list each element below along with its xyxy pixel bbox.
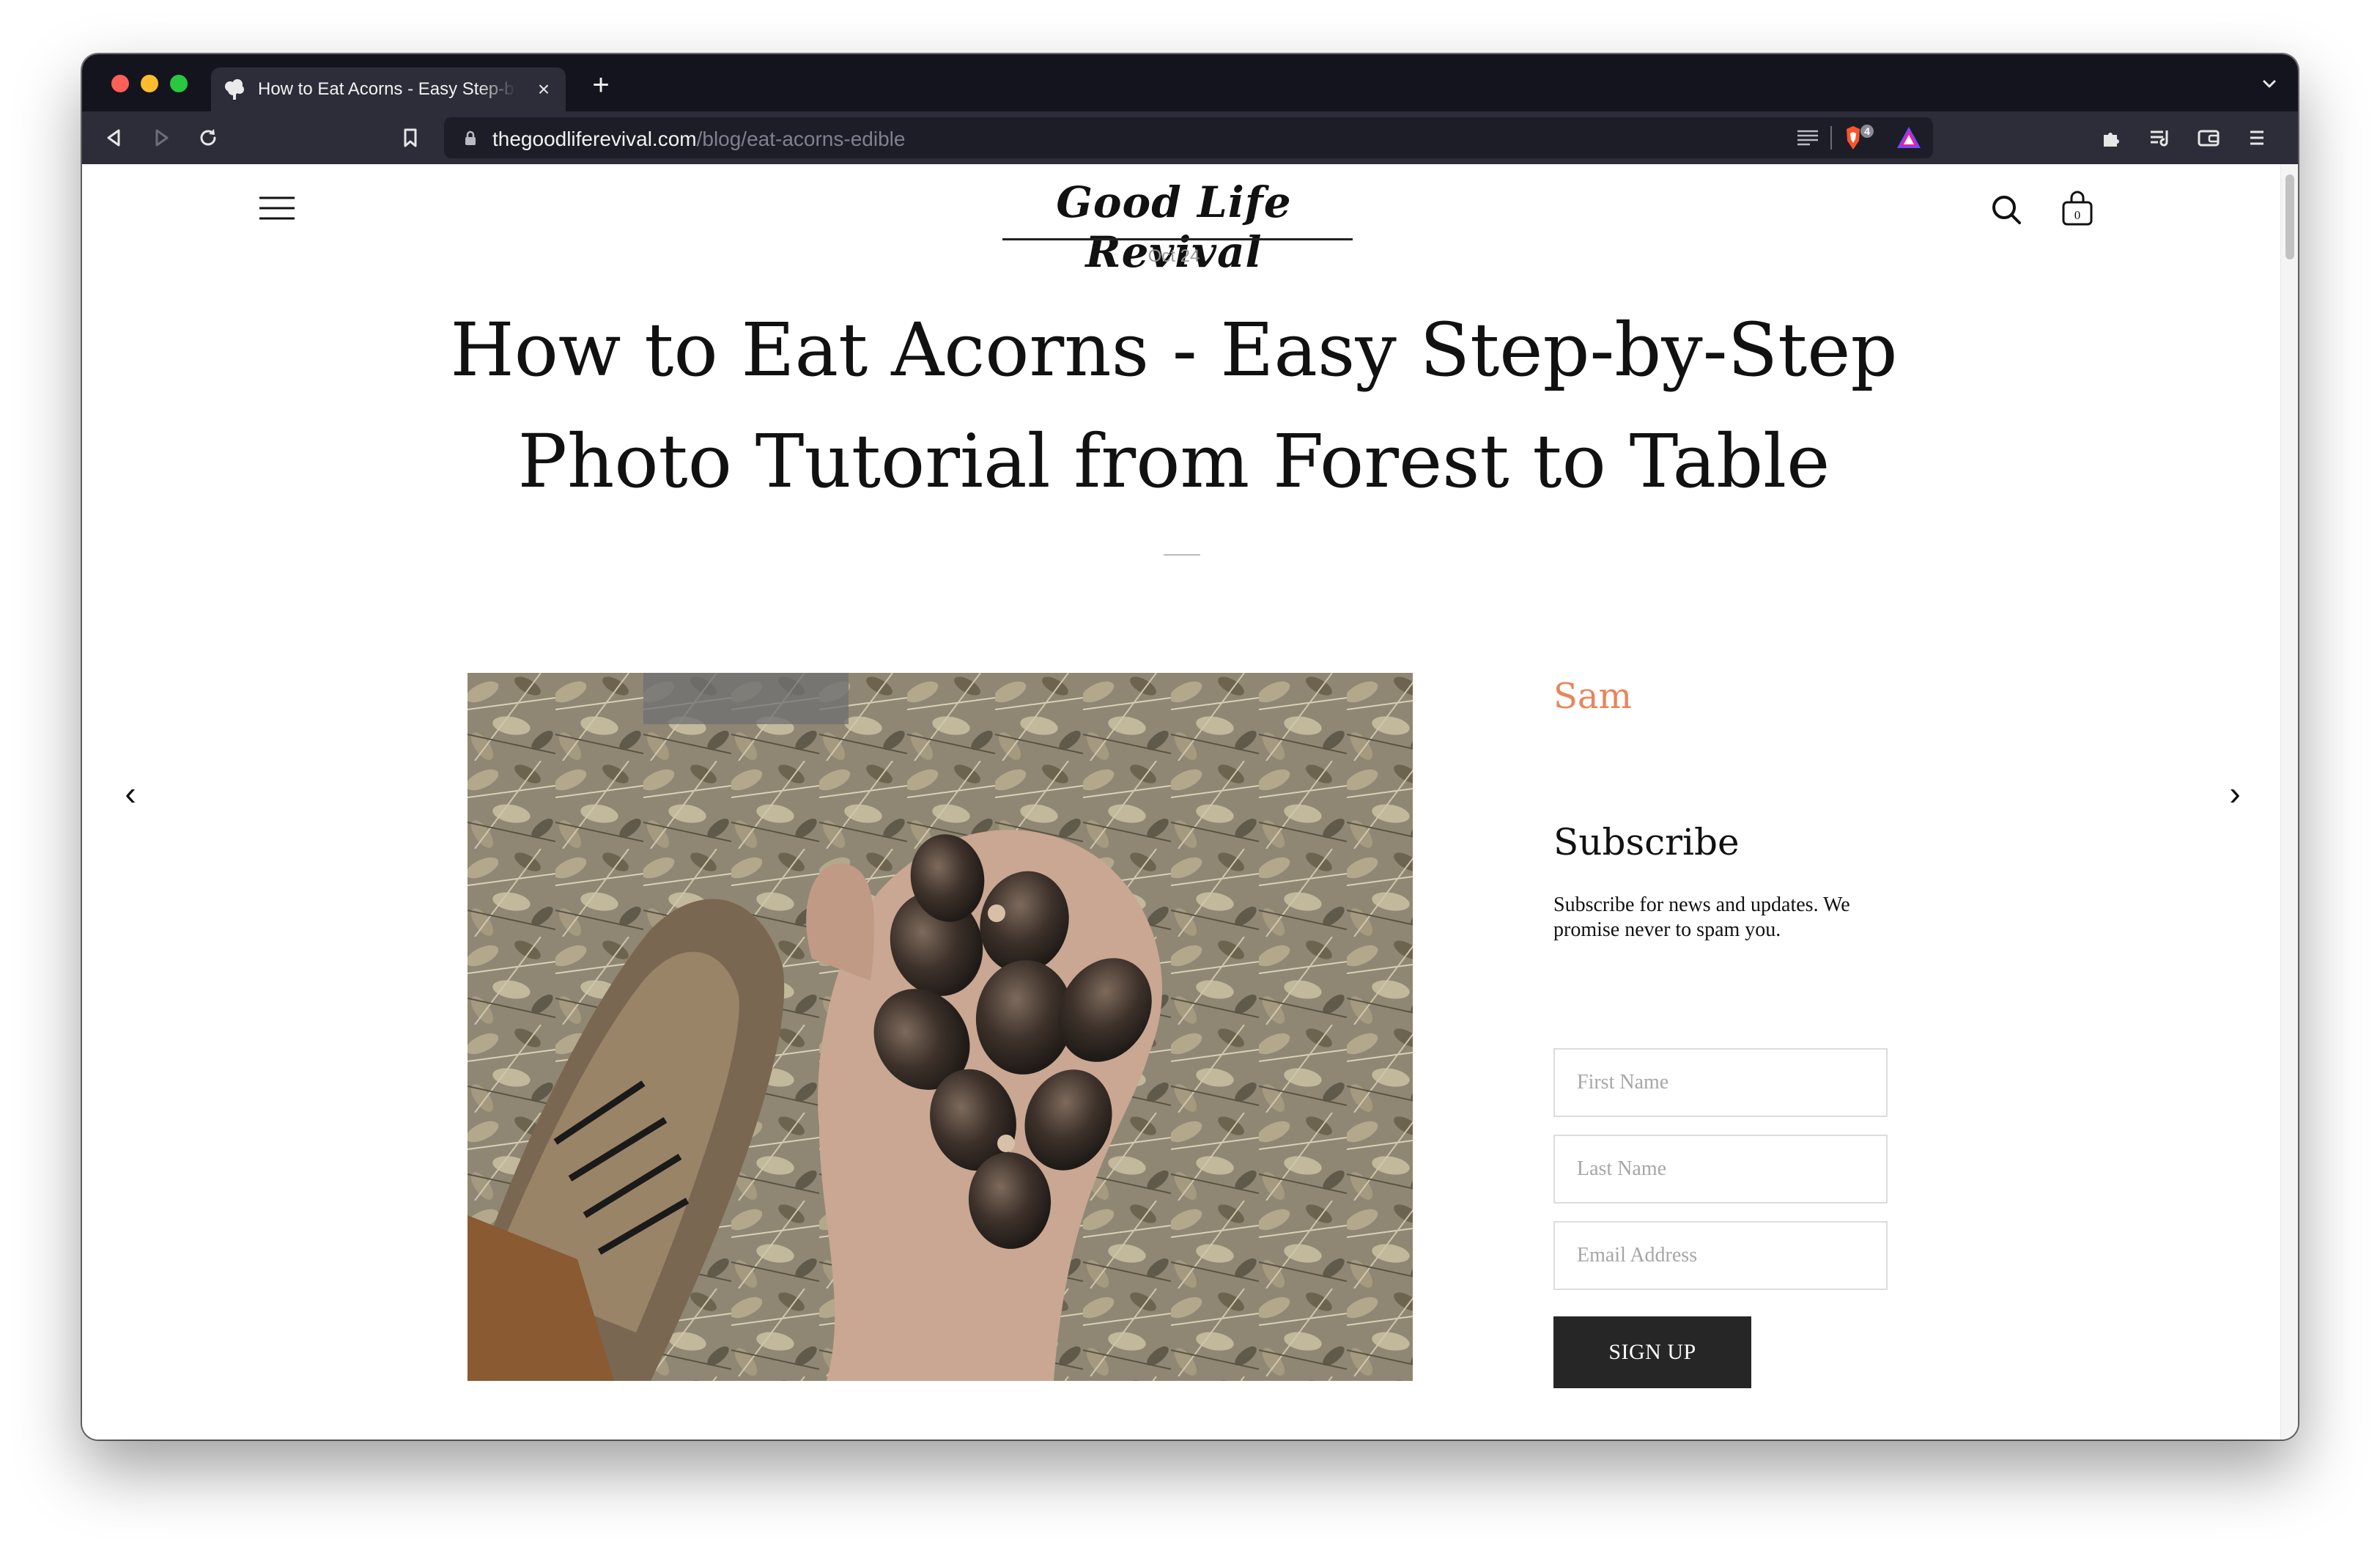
last-name-field[interactable] xyxy=(1553,1135,1888,1204)
url-host: thegoodliferevival.com xyxy=(492,128,697,150)
prev-arrow-icon[interactable]: ‹ xyxy=(116,776,145,810)
scrollbar-thumb[interactable] xyxy=(2285,174,2294,259)
email-field[interactable] xyxy=(1553,1221,1888,1290)
wallet-icon[interactable] xyxy=(2195,125,2222,151)
forward-icon[interactable] xyxy=(148,125,174,151)
hero-image xyxy=(468,673,1413,1381)
next-arrow-icon[interactable]: › xyxy=(2220,776,2250,810)
page-title: How to Eat Acorns - Easy Step-by-Step Ph… xyxy=(450,307,1898,504)
reload-icon[interactable] xyxy=(195,125,221,151)
bookmark-icon[interactable] xyxy=(397,125,424,151)
subscribe-heading: Subscribe xyxy=(1553,821,1740,863)
sign-up-button[interactable]: SIGN UP xyxy=(1553,1316,1751,1388)
zoom-window-button[interactable] xyxy=(170,75,188,92)
brave-rewards-icon[interactable] xyxy=(1895,125,1923,151)
search-icon[interactable] xyxy=(1990,194,2022,226)
first-name-field[interactable] xyxy=(1553,1048,1888,1117)
cart-count: 0 xyxy=(2074,208,2081,222)
media-playlist-icon[interactable] xyxy=(2147,125,2173,151)
post-date: Oct 24 xyxy=(1148,246,1200,266)
logo-underline xyxy=(1002,238,1353,240)
minimize-window-button[interactable] xyxy=(141,75,158,92)
reader-mode-icon[interactable] xyxy=(1795,126,1820,150)
browser-toolbar: thegoodliferevival.com/blog/eat-acorns-e… xyxy=(82,111,2298,164)
close-window-button[interactable] xyxy=(111,75,129,92)
title-divider xyxy=(1164,554,1200,556)
shopping-bag-icon[interactable]: 0 xyxy=(2061,189,2094,227)
author-name[interactable]: Sam xyxy=(1553,676,1632,717)
lock-icon[interactable] xyxy=(462,129,479,147)
tab-title: How to Eat Acorns - Easy Step-by-Step Ph… xyxy=(258,79,516,99)
close-tab-icon[interactable]: × xyxy=(531,76,557,103)
address-bar-divider xyxy=(1830,126,1832,150)
subscribe-description: Subscribe for news and updates. We promi… xyxy=(1553,893,1850,941)
tab-active[interactable]: How to Eat Acorns - Easy Step-by-Step Ph… xyxy=(211,67,566,111)
url-text[interactable]: thegoodliferevival.com/blog/eat-acorns-e… xyxy=(492,128,905,151)
tab-list-chevron-icon[interactable] xyxy=(2257,72,2282,97)
hamburger-menu-icon[interactable] xyxy=(258,194,296,223)
new-tab-button[interactable]: + xyxy=(585,69,617,101)
tree-favicon-icon xyxy=(225,79,244,100)
browser-window: How to Eat Acorns - Easy Step-by-Step Ph… xyxy=(82,54,2298,1440)
address-bar[interactable]: thegoodliferevival.com/blog/eat-acorns-e… xyxy=(444,117,1933,158)
tab-strip: How to Eat Acorns - Easy Step-by-Step Ph… xyxy=(82,54,2298,111)
extensions-icon[interactable] xyxy=(2099,125,2125,151)
brave-shields-icon[interactable]: 4 xyxy=(1844,125,1882,152)
shields-count-badge: 4 xyxy=(1864,125,1870,137)
url-path: /blog/eat-acorns-edible xyxy=(696,128,906,150)
menu-icon[interactable] xyxy=(2244,125,2270,151)
page-scrollbar[interactable] xyxy=(2280,164,2298,1440)
page-content: Good Life Revival Oct 24 0 How to Eat Ac… xyxy=(82,164,2280,1440)
acorn-hand-photo xyxy=(468,673,1413,1381)
back-icon[interactable] xyxy=(101,125,128,151)
